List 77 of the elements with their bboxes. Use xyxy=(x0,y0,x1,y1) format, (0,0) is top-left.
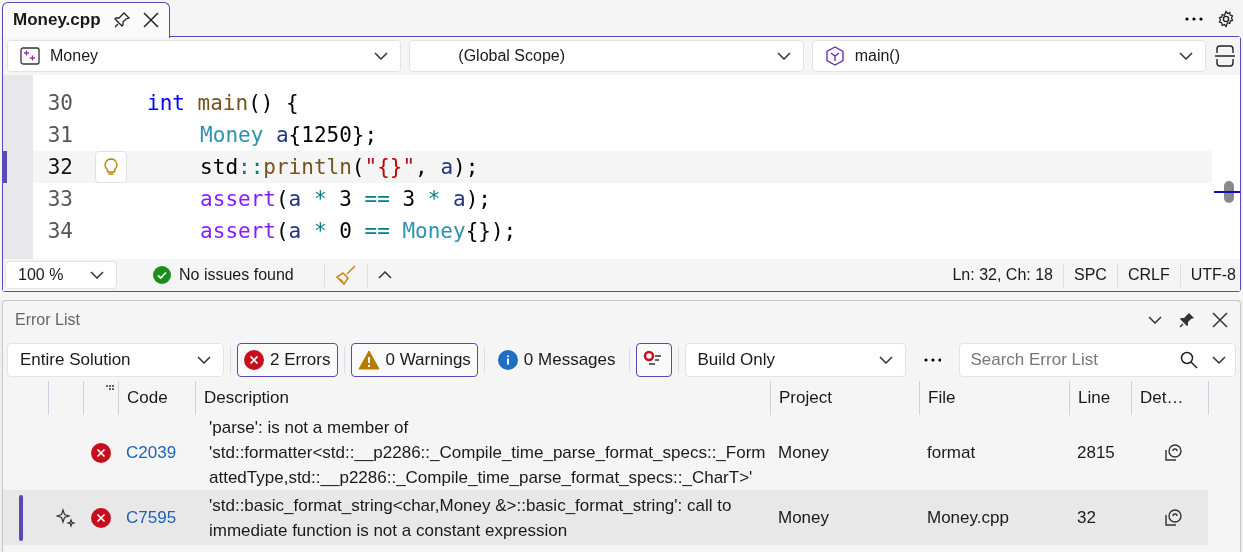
errors-filter-button[interactable]: 2 Errors xyxy=(237,343,338,377)
close-icon[interactable] xyxy=(1212,312,1228,328)
check-icon xyxy=(153,266,171,284)
chevron-down-icon xyxy=(1179,52,1193,60)
close-icon[interactable] xyxy=(142,12,159,28)
more-icon[interactable] xyxy=(1185,17,1203,21)
build-source-dropdown[interactable]: Build Only xyxy=(684,343,906,377)
error-description: 'parse': is not a member of 'std::formatter<std::__p2286::_Compile_time_parse_format_specs::_FormattedType,std::__p2286::_Compile_time_parse_format_specs::_CharT>' xyxy=(208,417,767,489)
lightbulb-icon xyxy=(104,158,118,176)
project-dropdown[interactable]: Money xyxy=(7,40,402,72)
health-status[interactable]: No issues found xyxy=(179,266,294,284)
search-icon[interactable] xyxy=(1180,351,1199,369)
error-icon xyxy=(91,507,111,528)
code-line: int main() { xyxy=(147,91,299,115)
column-header[interactable]: Project xyxy=(770,381,919,415)
warnings-filter-button[interactable]: 0 Warnings xyxy=(350,343,478,377)
project-name: Money xyxy=(778,442,830,463)
cube-icon xyxy=(824,46,845,66)
chevron-down-icon xyxy=(90,271,104,279)
pin-icon[interactable] xyxy=(1178,311,1196,329)
column-header[interactable]: Line xyxy=(1069,381,1131,415)
column-header[interactable]: File xyxy=(919,381,1069,415)
lightbulb-button[interactable] xyxy=(95,151,127,183)
encoding[interactable]: UTF-8 xyxy=(1190,266,1240,284)
chevron-down-icon xyxy=(1212,356,1227,364)
split-icon[interactable] xyxy=(1214,44,1236,68)
line-number: 33 xyxy=(46,187,74,211)
scope-dropdown[interactable]: Entire Solution xyxy=(7,343,225,377)
grip-icon[interactable] xyxy=(106,385,114,391)
file-name: Money.cpp xyxy=(927,507,1009,528)
pin-icon[interactable] xyxy=(112,11,131,29)
warning-icon xyxy=(357,350,380,370)
column-header[interactable]: Description xyxy=(195,381,770,415)
member-dropdown[interactable]: main() xyxy=(811,40,1206,72)
error-icon xyxy=(244,350,265,370)
error-icon xyxy=(91,442,111,463)
dropdown-icon xyxy=(1148,316,1162,324)
column-header[interactable]: Det… xyxy=(1131,381,1208,415)
chevron-down-icon xyxy=(776,52,791,60)
messages-filter-button[interactable]: 0 Messages xyxy=(490,343,623,377)
column-header[interactable]: Code xyxy=(118,381,195,415)
info-icon xyxy=(497,350,518,370)
chevron-down-icon xyxy=(197,356,212,364)
file-name: format xyxy=(927,442,976,463)
details-icon[interactable] xyxy=(1163,507,1183,528)
panel-title: Error List xyxy=(15,311,80,329)
settings-icon[interactable] xyxy=(1217,10,1235,28)
line-number: 32 xyxy=(1077,507,1096,528)
chevron-down-icon xyxy=(374,52,389,60)
cursor-position[interactable]: Ln: 32, Ch: 18 xyxy=(952,266,1053,284)
more-icon[interactable] xyxy=(923,358,942,362)
line-number: 31 xyxy=(46,123,74,147)
error-description: 'std::basic_format_string<char,Money &>::basic_format_string': call to immediate function is not a constant expression xyxy=(208,494,733,542)
project-icon xyxy=(20,47,40,65)
sparkle-icon[interactable] xyxy=(56,507,76,528)
line-number: 2815 xyxy=(1077,442,1115,463)
line-number: 32 xyxy=(46,155,74,179)
code-line: std::println("{}", a); xyxy=(199,155,479,179)
document-tab[interactable]: Money.cpp xyxy=(2,1,170,38)
indent-mode[interactable]: SPC xyxy=(1074,266,1107,284)
chevron-up-icon[interactable] xyxy=(377,271,392,279)
code-line: Money a{1250}; xyxy=(199,123,378,147)
code-line: assert(a * 0 == Money{}); xyxy=(199,219,517,243)
document-filter-button[interactable] xyxy=(635,343,672,377)
line-ending[interactable]: CRLF xyxy=(1127,266,1170,284)
error-code-link[interactable]: C2039 xyxy=(126,442,177,463)
chevron-down-icon xyxy=(878,356,893,364)
line-number: 30 xyxy=(46,91,74,115)
zoom-dropdown[interactable]: 100 % xyxy=(5,261,117,289)
search-field[interactable]: Search Error List xyxy=(959,343,1237,377)
scope-dropdown[interactable]: (Global Scope) xyxy=(409,40,804,72)
line-number: 34 xyxy=(46,219,74,243)
broom-icon[interactable] xyxy=(334,264,357,286)
caret-marker xyxy=(1214,191,1240,193)
details-icon[interactable] xyxy=(1163,442,1183,463)
code-line: assert(a * 3 == 3 * a); xyxy=(199,187,491,211)
project-name: Money xyxy=(778,507,830,528)
